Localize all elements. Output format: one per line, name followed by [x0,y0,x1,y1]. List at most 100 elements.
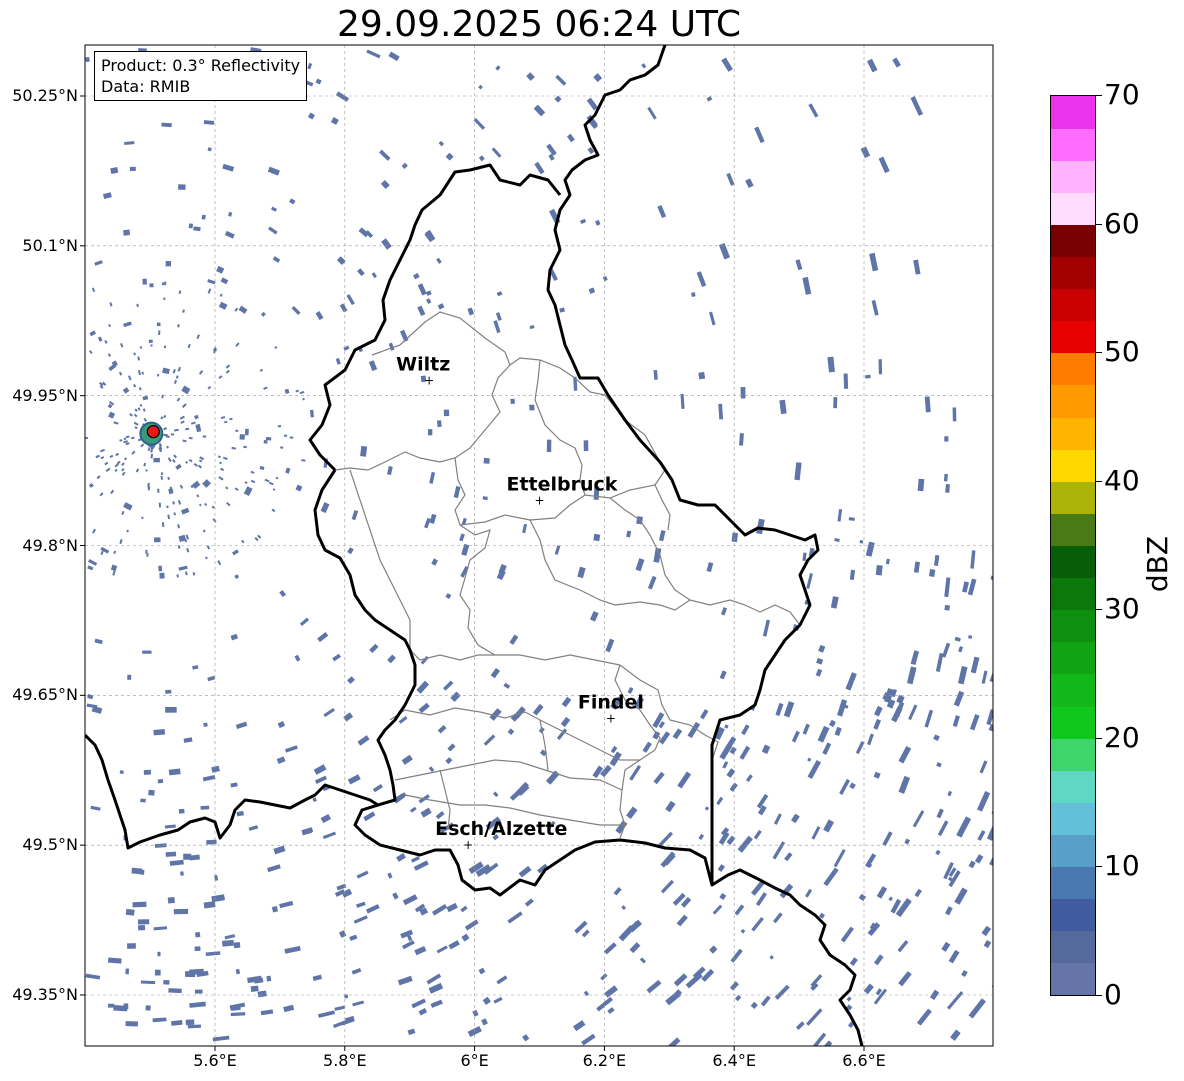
radar-echo [944,604,951,611]
radar-echo [153,457,160,463]
radar-echo [867,733,874,746]
radar-echo [522,523,528,534]
radar-echo [509,634,519,645]
radar-echo [207,385,212,390]
radar-echo [357,735,370,746]
radar-echo [808,103,819,118]
radar-echo [140,980,156,985]
radar-echo [295,484,303,492]
radar-echo [739,433,744,446]
radar-echo [704,806,710,811]
radar-echo [660,851,676,868]
radar-echo [244,428,249,436]
radar-echo [129,413,133,417]
radar-echo [731,532,739,543]
colorbar-segment [1051,609,1095,643]
radar-echo [706,96,713,102]
radar-echo [878,156,890,174]
radar-echo [741,724,750,736]
radar-echo [85,517,86,523]
radar-echo [190,421,196,425]
radar-echo [332,653,341,662]
radar-echo [279,590,287,598]
radar-echo [284,745,298,753]
radar-echo [203,901,216,909]
radar-echo [381,238,392,250]
radar-echo [941,941,951,952]
radar-echo [482,996,491,1005]
radar-echo [935,849,941,856]
radar-echo [492,791,499,798]
radar-echo [89,350,93,354]
radar-echo [207,279,216,285]
radar-echo [224,230,235,239]
radar-echo [192,571,196,576]
radar-echo [320,502,330,514]
radar-echo [609,751,622,767]
colorbar-segment [1051,481,1095,514]
colorbar-tick [1096,609,1102,611]
radar-echo [773,813,782,825]
radar-echo [113,550,117,554]
radar-echo [234,574,240,579]
radar-echo [379,149,391,161]
city-marker: + [424,374,434,388]
radar-echo [239,434,245,440]
radar-echo [160,472,164,476]
radar-echo [719,893,727,900]
radar-echo [69,449,74,452]
colorbar-tick [1096,480,1102,482]
radar-echo [425,290,432,296]
radar-echo [119,770,124,774]
radar-echo [100,449,105,453]
radar-echo [981,670,988,684]
radar-echo [859,539,864,544]
radar-echo [807,759,822,779]
radar-echo [428,766,435,773]
radar-echo [110,489,115,495]
radar-echo [228,211,233,217]
radar-echo [123,437,127,441]
radar-echo [53,520,56,523]
radar-echo [218,375,223,380]
radar-echo [665,800,676,813]
radar-echo [659,731,671,745]
radar-echo [339,303,348,313]
radar-echo [165,706,177,713]
radar-echo [802,723,810,735]
radar-echo [933,734,940,742]
radar-echo [717,864,725,872]
radar-echo [898,971,912,987]
radar-echo [202,435,207,438]
radar-echo [125,968,130,975]
radar-echo [629,764,642,781]
radar-echo [222,163,235,172]
radar-echo [82,421,84,423]
city-marker: + [606,711,616,725]
colorbar-tick-label: 50 [1104,335,1140,369]
radar-echo [863,983,874,995]
radar-echo [193,462,198,467]
radar-echo [954,887,968,905]
radar-echo [145,469,148,472]
radar-echo [970,656,980,674]
radar-echo [87,565,94,571]
radar-echo [529,404,535,411]
radar-echo [943,473,948,482]
radar-echo [459,533,465,542]
radar-echo [556,728,568,741]
radar-echo [349,934,358,941]
radar-echo [197,464,203,469]
radar-echo [873,954,884,966]
radar-echo [193,226,201,232]
radar-echo [97,336,103,342]
radar-echo [791,730,800,743]
radar-echo [721,57,733,72]
radar-echo [21,426,24,428]
radar-echo [148,789,155,796]
radar-echo [944,436,949,442]
lat-tick-label: 49.35°N [12,985,78,1004]
radar-echo [177,499,182,505]
radar-echo [152,1017,167,1023]
radar-echo [813,1032,827,1046]
